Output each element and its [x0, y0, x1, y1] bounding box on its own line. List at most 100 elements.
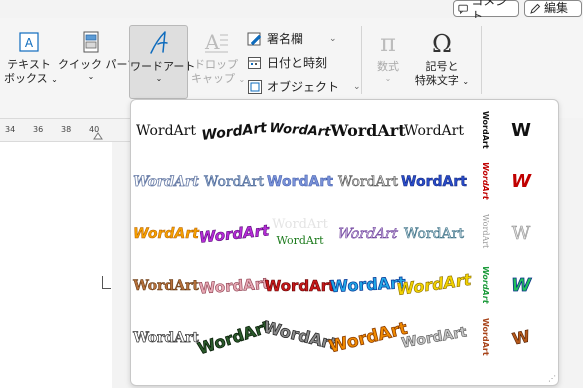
wordart-style-small-1[interactable]: W	[503, 105, 539, 155]
wordart-style-23[interactable]: WordArt	[261, 312, 340, 362]
chevron-down-icon: ⌄	[329, 33, 337, 44]
svg-text:Ω: Ω	[432, 30, 452, 56]
comment-icon	[458, 4, 468, 14]
wordart-reflection-text: WordArt	[272, 217, 328, 232]
chevron-down-icon: ⌄	[384, 74, 392, 83]
pencil-icon	[530, 3, 541, 14]
dropcap-label-line1: ドロップ	[194, 58, 238, 71]
ruler-tick: 36	[33, 125, 44, 134]
wordart-style-21[interactable]: WordArt	[132, 312, 200, 362]
comment-button[interactable]: コメント	[453, 0, 519, 23]
wordart-style-24[interactable]: WordArt	[327, 312, 410, 362]
wordart-style-12[interactable]: WordArt	[198, 208, 271, 258]
resize-grip-icon[interactable]: ⋰	[548, 374, 556, 383]
quickparts-icon	[83, 31, 99, 53]
wordart-style-vertical-1[interactable]: WordArt	[471, 105, 495, 155]
quickparts-button[interactable]: クイック パーツ ⌄	[58, 30, 138, 82]
wordart-style-vertical-5[interactable]: WordArt	[471, 312, 495, 362]
wordart-text: WordArt	[327, 319, 410, 358]
symbol-label-line2: 特殊文字 ⌄	[414, 74, 470, 87]
wordart-text: WordArt	[404, 226, 464, 242]
datetime-button[interactable]: 日付と時刻	[247, 54, 327, 71]
pi-icon: π	[380, 30, 396, 56]
signature-label: 署名欄	[267, 32, 304, 46]
wordart-style-vertical-3[interactable]: WordArt	[471, 208, 495, 258]
top-bar: コメント 編集	[0, 0, 583, 23]
wordart-style-5[interactable]: WordArt	[403, 105, 465, 155]
ruler-tick: 38	[61, 125, 72, 134]
wordart-style-17[interactable]: WordArt	[198, 260, 270, 310]
wordart-vertical-text: WordArt	[481, 162, 490, 201]
wordart-style-small-2[interactable]: W	[503, 156, 539, 206]
ribbon-divider	[481, 26, 482, 94]
wordart-style-2[interactable]: WordArt	[201, 105, 269, 155]
wordart-style-16[interactable]: WordArt	[132, 260, 200, 310]
wordart-text: WordArt	[201, 120, 269, 144]
wordart-button-content[interactable]: ワードアート ⌄	[130, 30, 195, 84]
svg-text:π: π	[380, 30, 396, 56]
wordart-style-10[interactable]: WordArt	[401, 156, 468, 206]
chevron-down-icon: ⌄	[51, 75, 58, 84]
wordart-style-8[interactable]: WordArt	[267, 156, 334, 206]
object-label: オブジェクト	[267, 80, 340, 94]
wordart-style-19[interactable]: WordArt	[329, 260, 406, 310]
signature-line-button[interactable]: 署名欄 ⌄	[247, 30, 337, 47]
textbox-icon: A	[19, 32, 39, 52]
wordart-style-25[interactable]: WordArt	[400, 312, 469, 362]
wordart-text: WordArt	[204, 174, 264, 190]
wordart-style-small-3[interactable]: W	[503, 208, 539, 258]
wordart-text: WordArt	[133, 174, 199, 190]
wordart-text: WordArt	[269, 121, 332, 140]
wordart-style-1[interactable]: WordArt	[135, 105, 197, 155]
chevron-down-icon: ⌄	[353, 81, 361, 92]
wordart-vertical-text: WordArt	[481, 214, 490, 249]
wordart-vertical-text: WordArt	[481, 318, 490, 356]
document-area[interactable]	[0, 142, 130, 388]
ruler-tick: 34	[5, 125, 16, 134]
wordart-style-15[interactable]: WordArt	[403, 208, 465, 258]
chevron-down-icon: ⌄	[155, 74, 163, 83]
wordart-style-11[interactable]: WordArt	[133, 208, 200, 258]
wordart-text: WordArt	[276, 234, 324, 247]
wordart-small-text: W	[511, 120, 531, 141]
wordart-style-3[interactable]: WordArt	[269, 105, 332, 155]
wordart-style-7[interactable]: WordArt	[203, 156, 265, 206]
wordart-style-vertical-2[interactable]: WordArt	[471, 156, 495, 206]
wordart-style-small-4[interactable]: W	[503, 260, 539, 310]
datetime-label: 日付と時刻	[267, 56, 328, 70]
object-button[interactable]: オブジェクト ⌄	[247, 78, 361, 95]
signature-icon	[247, 32, 262, 45]
wordart-text: WordArt	[132, 330, 199, 346]
textbox-label-line2: ボックス ⌄	[4, 72, 58, 85]
svg-text:A: A	[25, 36, 34, 50]
wordart-style-vertical-4[interactable]: WordArt	[471, 260, 495, 310]
symbol-button[interactable]: Ω 記号と 特殊文字 ⌄	[412, 30, 472, 88]
wordart-style-4[interactable]: WordArt	[329, 105, 406, 155]
wordart-style-18[interactable]: WordArt	[264, 260, 335, 310]
edit-button[interactable]: 編集	[524, 0, 582, 17]
equation-button[interactable]: π 数式 ⌄	[366, 30, 410, 84]
textbox-label-line1: テキスト	[7, 58, 51, 71]
document-page[interactable]	[0, 142, 112, 388]
chevron-down-icon: ⌄	[238, 75, 246, 84]
wordart-text: WordArt	[335, 226, 400, 242]
edit-label: 編集	[544, 1, 569, 15]
wordart-style-14[interactable]: WordArt	[335, 208, 401, 258]
indent-marker-icon[interactable]	[93, 132, 103, 140]
wordart-icon	[150, 31, 168, 54]
wordart-text: WordArt	[132, 278, 199, 294]
wordart-style-22[interactable]: WordArt	[195, 312, 274, 362]
wordart-text: WordArt	[262, 317, 340, 354]
wordart-style-13[interactable]: WordArt WordArt	[269, 208, 331, 258]
wordart-style-9[interactable]: WordArt	[337, 156, 399, 206]
wordart-vertical-text: WordArt	[481, 111, 490, 149]
svg-text:A: A	[204, 30, 220, 54]
wordart-style-small-5[interactable]: W	[503, 312, 539, 362]
wordart-style-20[interactable]: WordArt	[395, 260, 474, 310]
wordart-text: WordArt	[330, 273, 407, 296]
textbox-button[interactable]: A テキスト ボックス ⌄	[4, 30, 58, 86]
wordart-text: WordArt	[329, 121, 406, 140]
symbol-label-line1: 記号と	[425, 60, 459, 73]
dropcap-button[interactable]: A ドロップ キャップ ⌄	[191, 30, 245, 86]
wordart-style-6[interactable]: WordArt	[133, 156, 200, 206]
